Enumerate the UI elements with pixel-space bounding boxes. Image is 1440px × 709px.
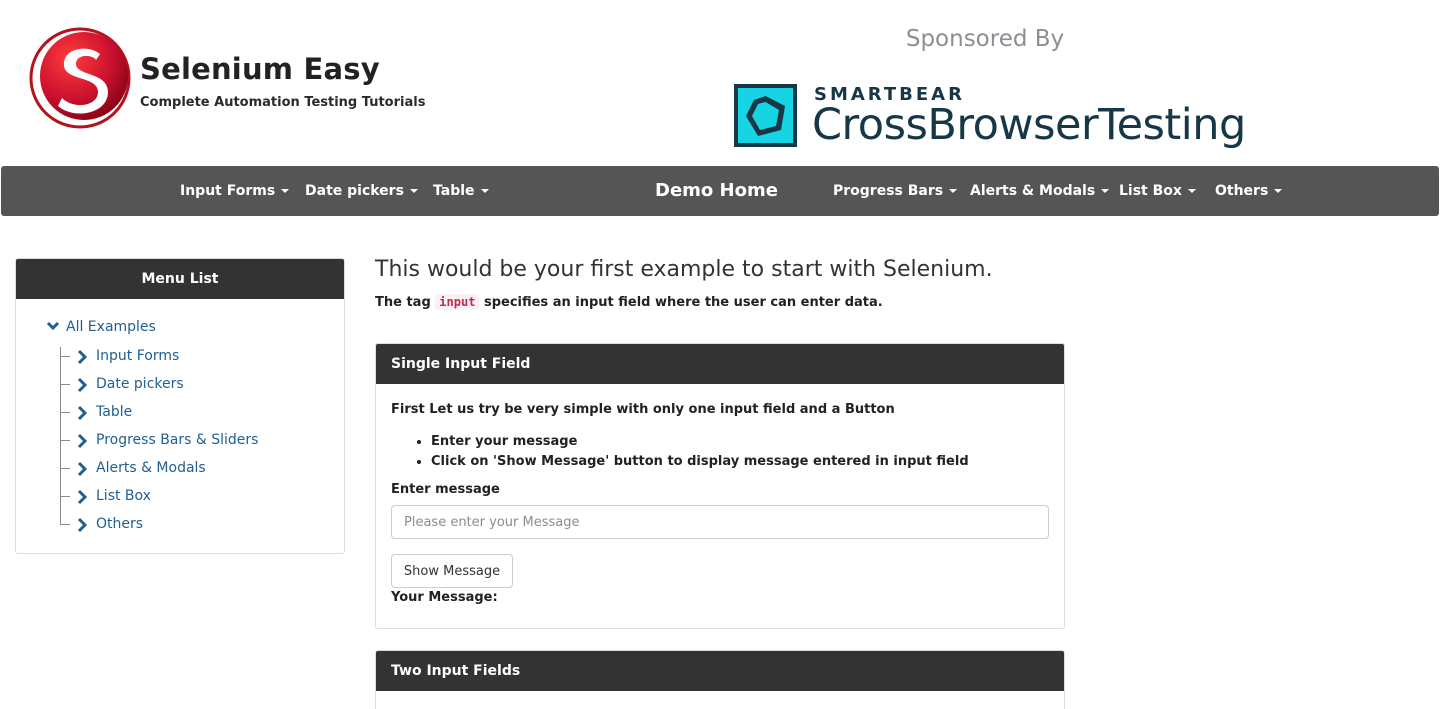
sidebar-item-label: Others — [96, 516, 144, 532]
nav-label: List Box — [1119, 183, 1182, 199]
sidebar-item-label: Alerts & Modals — [96, 460, 206, 476]
page-title: This would be your first example to star… — [375, 257, 993, 282]
menu-list-title: Menu List — [16, 259, 344, 299]
tree-branch — [60, 496, 70, 497]
description-prefix: The tag — [375, 295, 431, 310]
single-input-panel: Single Input Field First Let us try be v… — [375, 343, 1065, 629]
sidebar-item-label: Progress Bars & Sliders — [96, 432, 259, 448]
nav-demo-home[interactable]: Demo Home — [655, 166, 778, 216]
instruction-list: Enter your message Click on 'Show Messag… — [431, 432, 969, 472]
nav-table[interactable]: Table — [433, 166, 489, 216]
single-input-intro: First Let us try be very simple with onl… — [391, 402, 895, 417]
sponsor-label: Sponsored By — [905, 26, 1065, 52]
nav-label: Progress Bars — [833, 183, 944, 199]
sidebar-item-label: Input Forms — [96, 348, 180, 364]
tree-branch — [60, 524, 70, 525]
list-item: Click on 'Show Message' button to displa… — [431, 452, 969, 472]
chevron-right-icon — [77, 517, 88, 533]
your-message-label: Your Message: — [391, 590, 498, 605]
chevron-right-icon — [77, 349, 88, 365]
show-message-button[interactable]: Show Message — [391, 554, 513, 588]
tree-root-all-examples[interactable]: All Examples — [46, 319, 156, 335]
chevron-right-icon — [77, 377, 88, 393]
tree-connector — [60, 347, 61, 525]
input-tag-code: input — [435, 294, 480, 310]
single-input-heading: Single Input Field — [376, 344, 1064, 384]
tree-branch — [60, 412, 70, 413]
caret-down-icon — [1274, 189, 1283, 193]
nav-others[interactable]: Others — [1215, 166, 1283, 216]
caret-down-icon — [480, 189, 489, 193]
tree-branch — [60, 356, 70, 357]
nav-label: Table — [433, 183, 475, 199]
two-input-heading: Two Input Fields — [376, 651, 1064, 691]
nav-list-box[interactable]: List Box — [1119, 166, 1196, 216]
logo-title: Selenium Easy — [140, 52, 380, 86]
sponsor-banner[interactable]: SMARTBEAR CrossBrowserTesting — [734, 84, 1254, 154]
list-item: Enter your message — [431, 432, 969, 452]
chevron-right-icon — [77, 433, 88, 449]
menu-list-panel: Menu List All Examples Input Forms Date … — [15, 258, 345, 554]
nav-label: Input Forms — [180, 183, 276, 199]
caret-down-icon — [409, 189, 418, 193]
sponsor-brand-main: CrossBrowserTesting — [812, 100, 1246, 150]
chevron-right-icon — [77, 405, 88, 421]
nav-date-pickers[interactable]: Date pickers — [305, 166, 418, 216]
nav-progress-bars[interactable]: Progress Bars — [833, 166, 958, 216]
description-suffix: specifies an input field where the user … — [483, 295, 883, 310]
nav-label: Alerts & Modals — [970, 183, 1096, 199]
selenium-logo-icon — [29, 27, 131, 129]
caret-down-icon — [949, 189, 958, 193]
tree-branch — [60, 440, 70, 441]
tree-branch — [60, 384, 70, 385]
logo-tagline: Complete Automation Testing Tutorials — [140, 95, 426, 110]
main-navbar: Input Forms Date pickers Table Demo Home… — [1, 166, 1439, 216]
message-input[interactable] — [391, 505, 1049, 539]
smartbear-logo-icon — [734, 84, 797, 147]
chevron-right-icon — [77, 489, 88, 505]
chevron-right-icon — [77, 461, 88, 477]
enter-message-label: Enter message — [391, 482, 500, 497]
two-input-panel: Two Input Fields — [375, 650, 1065, 709]
nav-label: Date pickers — [305, 183, 404, 199]
tree-root-label: All Examples — [66, 319, 156, 335]
caret-down-icon — [281, 189, 290, 193]
nav-input-forms[interactable]: Input Forms — [180, 166, 290, 216]
chevron-down-icon — [46, 321, 60, 331]
caret-down-icon — [1187, 189, 1196, 193]
caret-down-icon — [1101, 189, 1110, 193]
sidebar-item-label: Date pickers — [96, 376, 184, 392]
sidebar-item-label: Table — [96, 404, 133, 420]
nav-alerts-modals[interactable]: Alerts & Modals — [970, 166, 1110, 216]
nav-label: Others — [1215, 183, 1269, 199]
tree-branch — [60, 468, 70, 469]
site-logo[interactable]: Selenium Easy Complete Automation Testin… — [28, 26, 448, 130]
page-description: The tag input specifies an input field w… — [375, 294, 883, 310]
sidebar-item-label: List Box — [96, 488, 151, 504]
